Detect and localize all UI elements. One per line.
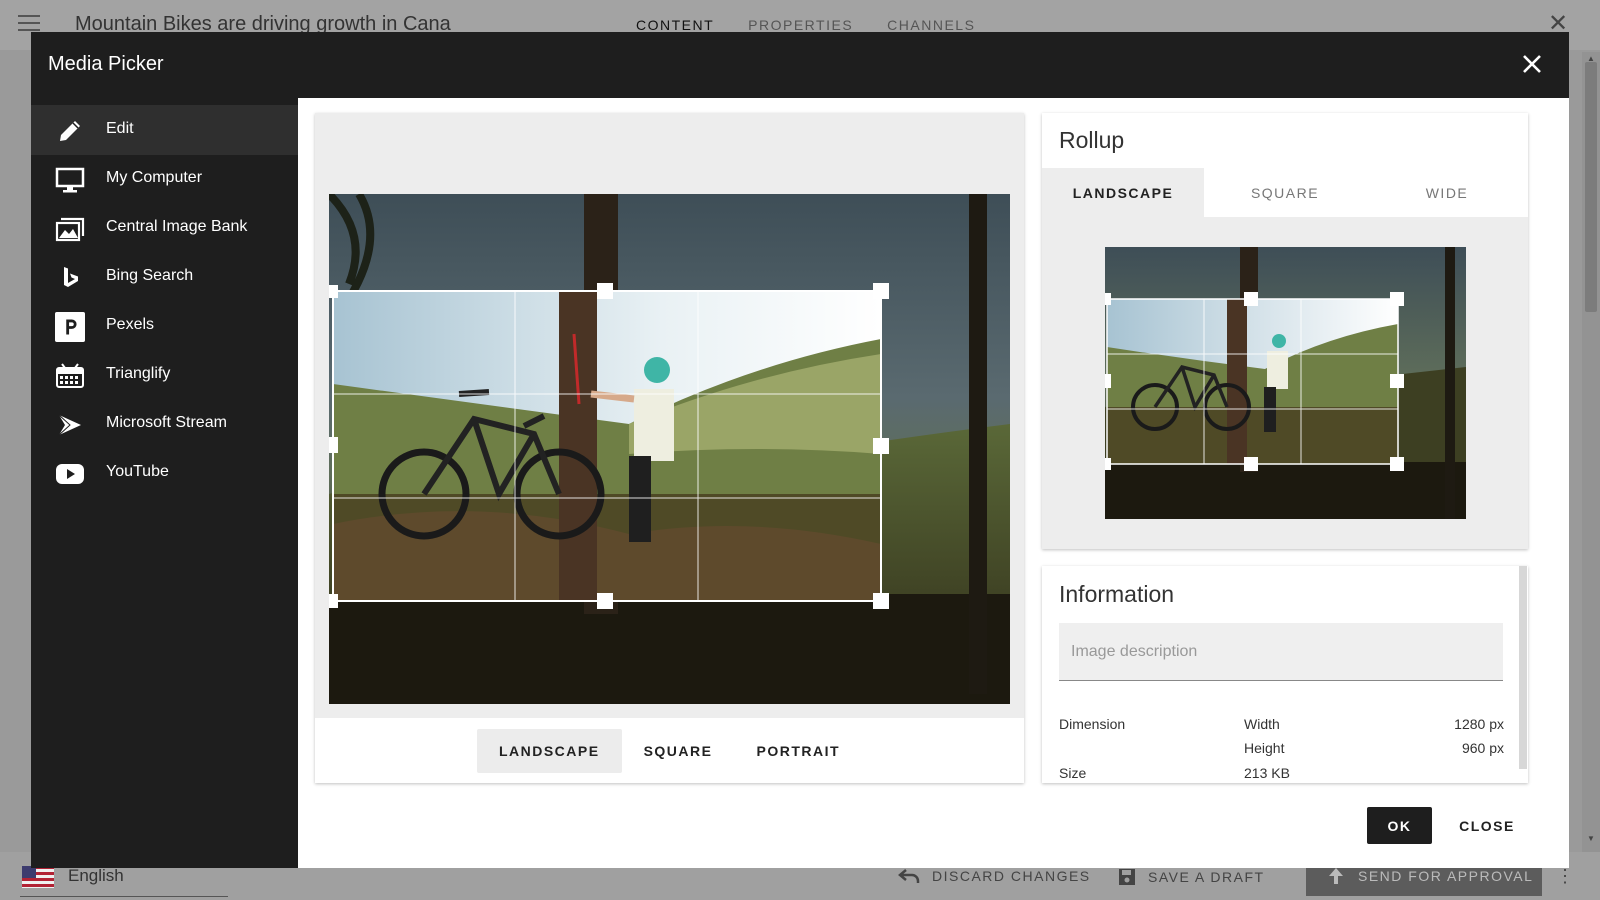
tab-landscape[interactable]: LANDSCAPE [476, 728, 622, 773]
bing-icon [55, 263, 85, 293]
tab-channels[interactable]: CHANNELS [887, 17, 975, 33]
width-value: 1280 px [1454, 716, 1504, 732]
sidebar-item-bing-search[interactable]: Bing Search [31, 252, 298, 302]
youtube-icon [55, 459, 85, 489]
save-draft-label: SAVE A DRAFT [1148, 869, 1265, 885]
sidebar-item-label: Trianglify [106, 365, 171, 382]
language-select[interactable]: English [68, 866, 124, 886]
close-button[interactable]: CLOSE [1447, 807, 1527, 844]
undo-icon [898, 869, 920, 883]
scrollbar-thumb[interactable] [1585, 62, 1597, 312]
dimension-label: Dimension [1059, 716, 1126, 732]
sidebar-item-pexels[interactable]: Pexels [31, 301, 298, 351]
upload-arrow-icon [1329, 868, 1343, 884]
discard-changes-label: DISCARD CHANGES [932, 868, 1091, 884]
sidebar-item-label: Microsoft Stream [106, 414, 227, 431]
size-value: 213 KB [1244, 765, 1290, 781]
pencil-icon [55, 116, 85, 146]
send-for-approval-label: SEND FOR APPROVAL [1358, 868, 1534, 884]
image-bank-icon [55, 214, 85, 244]
sidebar-item-label: YouTube [106, 463, 169, 480]
sidebar-item-trianglify[interactable]: Trianglify [31, 350, 298, 400]
tab-square[interactable]: SQUARE [1204, 168, 1366, 217]
rollup-crop-preview[interactable] [1105, 247, 1466, 519]
size-label: Size [1059, 765, 1087, 781]
page-scrollbar[interactable]: ▲ ▼ [1582, 52, 1600, 852]
sidebar-item-youtube[interactable]: YouTube [31, 448, 298, 498]
tab-square[interactable]: SQUARE [622, 729, 735, 773]
crop-ratio-tabs: LANDSCAPE SQUARE PORTRAIT [315, 718, 1024, 783]
hamburger-menu-icon[interactable] [18, 15, 40, 33]
tab-content[interactable]: CONTENT [636, 17, 714, 33]
information-scrollbar[interactable] [1519, 566, 1527, 769]
stream-icon [55, 410, 85, 440]
save-icon [1119, 869, 1135, 885]
rollup-preview-card: Rollup LANDSCAPE SQUARE WIDE [1042, 113, 1528, 549]
dialog-title: Media Picker [48, 53, 164, 75]
trianglify-icon [55, 361, 85, 391]
sidebar-item-central-image-bank[interactable]: Central Image Bank [31, 203, 298, 253]
tab-wide[interactable]: WIDE [1366, 168, 1528, 217]
scroll-down-icon[interactable]: ▼ [1587, 834, 1595, 843]
tab-landscape[interactable]: LANDSCAPE [1042, 168, 1204, 217]
sidebar-item-label: Central Image Bank [106, 218, 248, 235]
tab-properties[interactable]: PROPERTIES [748, 17, 853, 33]
more-options-icon[interactable]: ⋮ [1556, 866, 1574, 887]
save-draft-button[interactable]: SAVE A DRAFT [1118, 868, 1265, 886]
us-flag-icon [22, 866, 54, 888]
sidebar-item-label: My Computer [106, 169, 203, 186]
pexels-icon [55, 312, 85, 342]
media-picker-dialog: Media Picker Edit My Computer Central Im… [31, 32, 1569, 868]
information-title: Information [1059, 581, 1175, 607]
sidebar-item-edit[interactable]: Edit [31, 105, 298, 155]
sidebar-item-label: Bing Search [106, 267, 194, 284]
source-sidebar: Edit My Computer Central Image Bank Bing… [31, 98, 298, 868]
language-select-underline [20, 896, 228, 897]
information-card: Information Dimension Width 1280 px Heig… [1042, 566, 1528, 783]
height-value: 960 px [1461, 740, 1504, 756]
rollup-tabs: LANDSCAPE SQUARE WIDE [1042, 168, 1528, 217]
sidebar-item-label: Pexels [106, 316, 155, 333]
rollup-title: Rollup [1059, 127, 1125, 153]
crop-image-canvas[interactable] [329, 194, 1010, 704]
close-icon[interactable] [1520, 52, 1544, 76]
dialog-header: Media Picker [31, 32, 1569, 98]
tab-portrait[interactable]: PORTRAIT [734, 729, 862, 773]
crop-editor-card: LANDSCAPE SQUARE PORTRAIT [315, 113, 1024, 783]
image-description-input[interactable] [1059, 623, 1503, 681]
sidebar-item-label: Edit [106, 120, 134, 137]
rollup-header: Rollup [1042, 113, 1528, 168]
height-label: Height [1244, 740, 1285, 756]
sidebar-item-my-computer[interactable]: My Computer [31, 154, 298, 204]
discard-changes-button[interactable]: DISCARD CHANGES [898, 868, 1091, 884]
ok-button[interactable]: OK [1367, 807, 1432, 844]
media-editor-content: LANDSCAPE SQUARE PORTRAIT Rollup LANDSCA… [298, 98, 1569, 868]
sidebar-item-microsoft-stream[interactable]: Microsoft Stream [31, 399, 298, 449]
monitor-icon [55, 165, 85, 195]
crop-canvas-area [315, 113, 1024, 718]
width-label: Width [1244, 716, 1280, 732]
article-tabs: CONTENT PROPERTIES CHANNELS [636, 17, 975, 33]
